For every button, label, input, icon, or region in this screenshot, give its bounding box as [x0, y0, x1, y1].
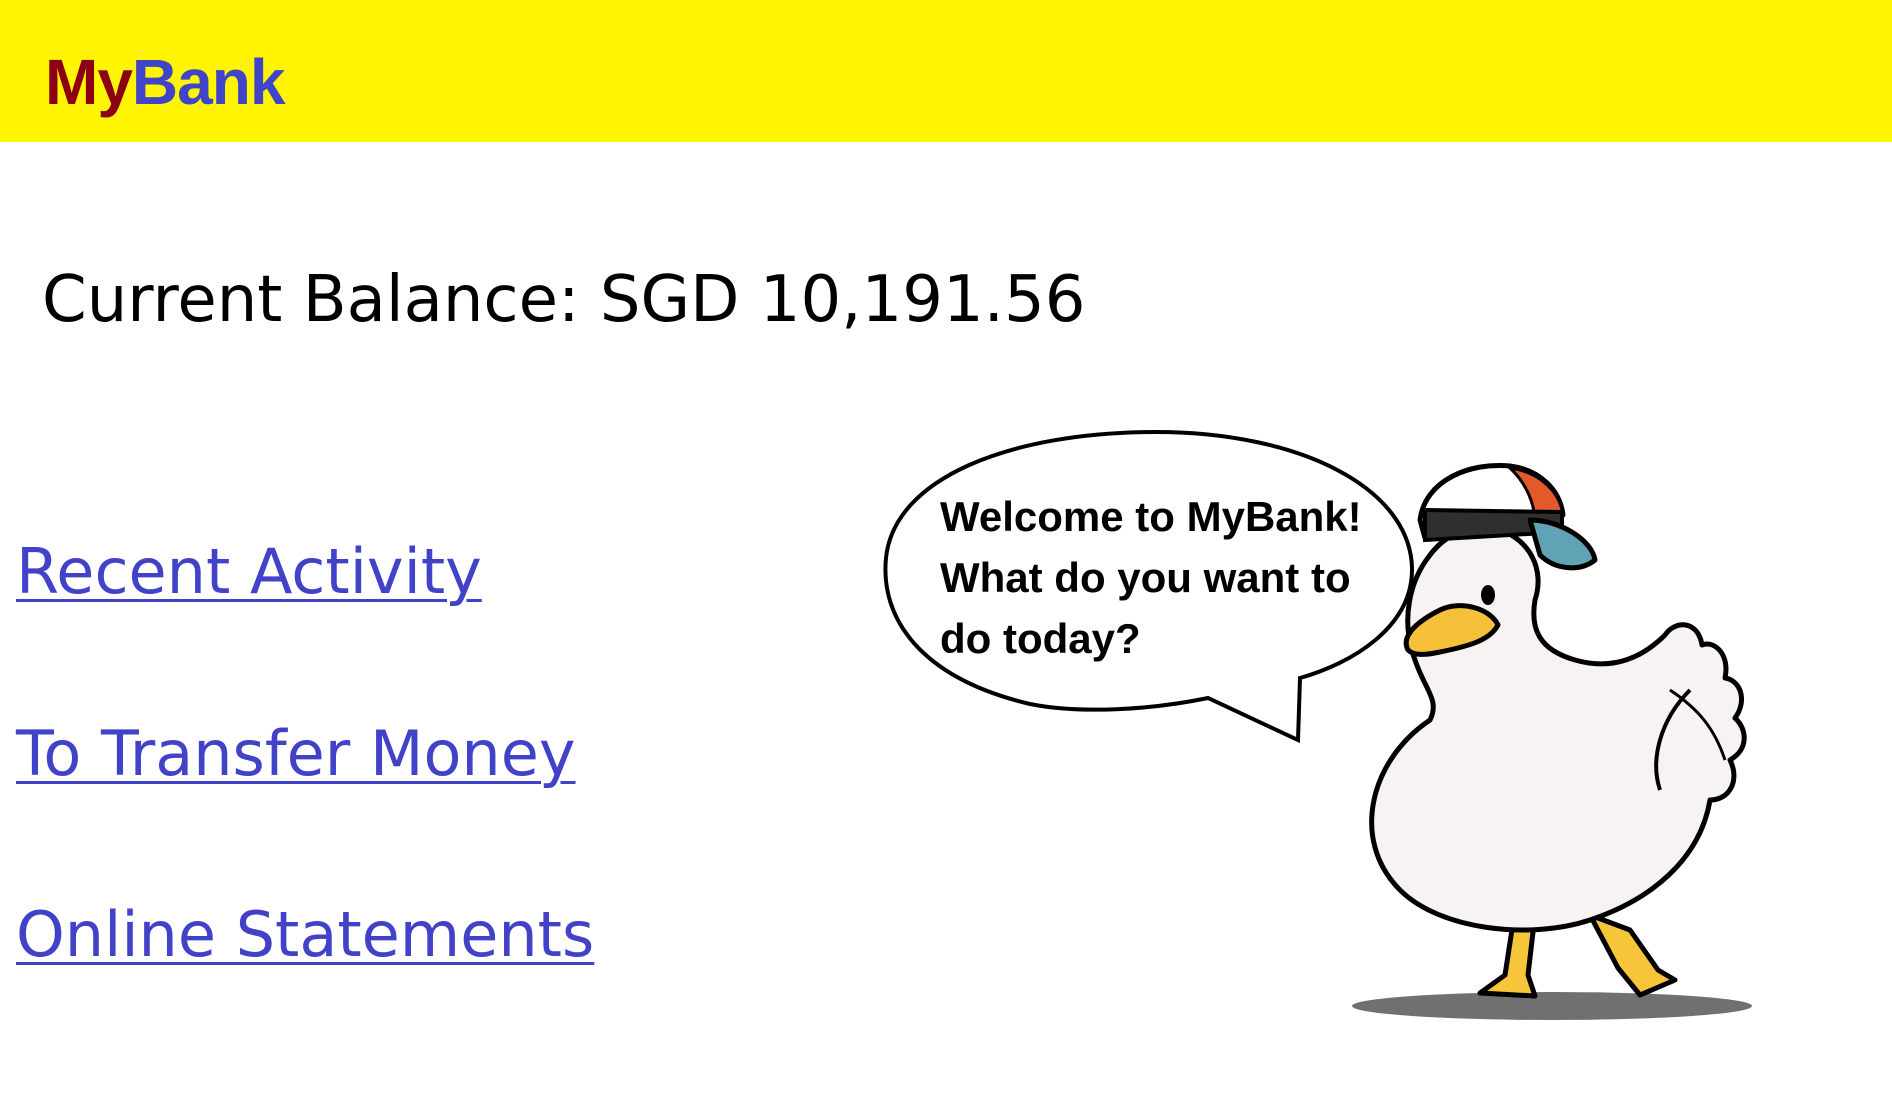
transfer-money-link[interactable]: To Transfer Money — [16, 716, 576, 792]
logo-text-bank: Bank — [131, 46, 285, 118]
logo-text-my: My — [45, 46, 133, 118]
current-balance: Current Balance: SGD 10,191.56 — [42, 263, 1086, 337]
mybank-logo[interactable]: MyBank — [45, 46, 285, 118]
duck-mascot-icon — [1352, 462, 1752, 1020]
online-statements-link[interactable]: Online Statements — [16, 897, 594, 973]
header-bar: MyBank — [0, 0, 1892, 142]
recent-activity-link[interactable]: Recent Activity — [16, 534, 482, 610]
